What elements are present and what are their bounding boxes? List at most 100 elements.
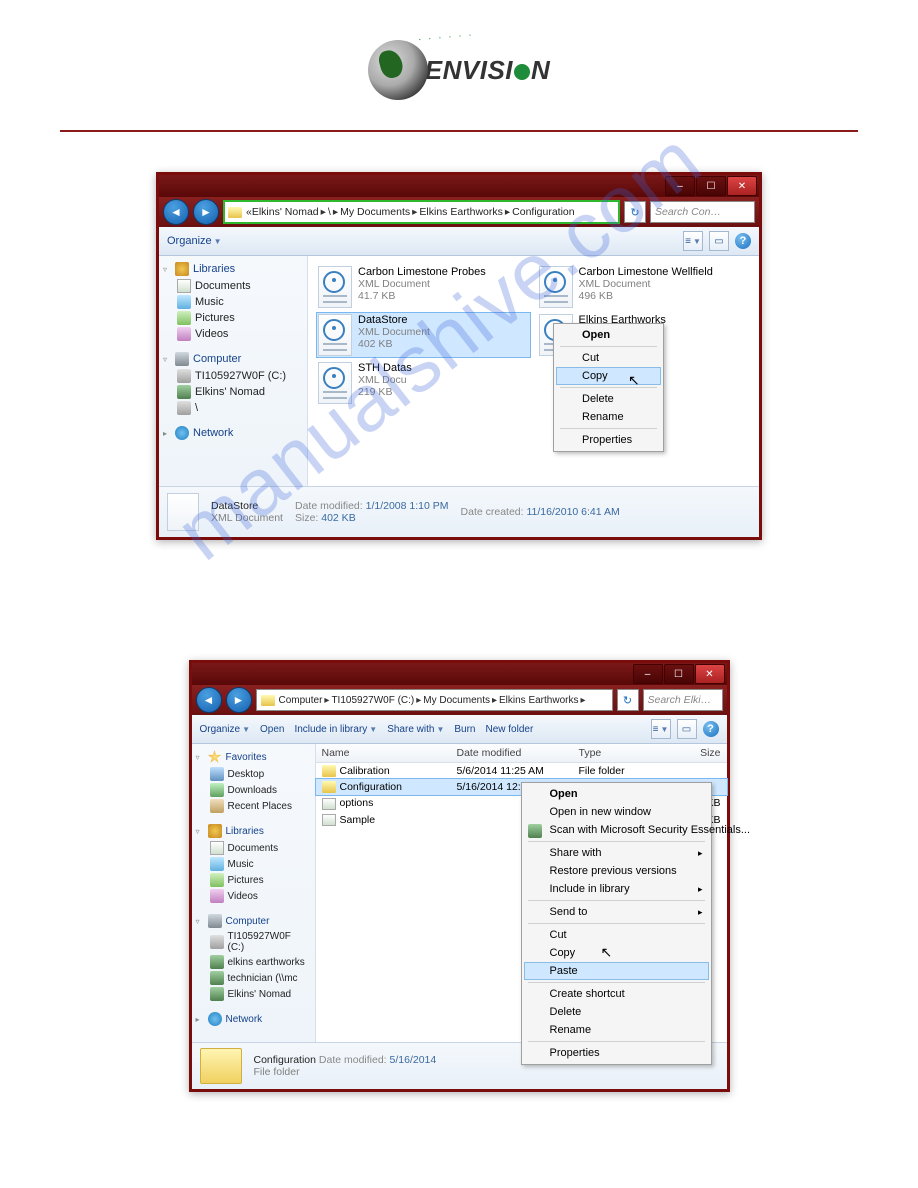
file-list[interactable]: Name Date modified Type Size Calibration… [316, 744, 727, 1042]
documents-icon [177, 279, 191, 293]
newfolder-button[interactable]: New folder [486, 724, 534, 735]
sidebar-network[interactable]: ▸Network [163, 426, 303, 440]
sidebar-item-documents[interactable]: Documents [163, 278, 303, 294]
col-size[interactable]: Size [665, 744, 727, 762]
file-tile[interactable]: STH DatasXML Docu219 KB [316, 360, 531, 406]
view-button[interactable]: ≡▼ [651, 719, 671, 739]
menu-scan[interactable]: Scan with Microsoft Security Essentials.… [524, 821, 709, 839]
file-tile-selected[interactable]: DataStoreXML Document402 KB [316, 312, 531, 358]
sidebar-item-device[interactable]: Elkins' Nomad [163, 384, 303, 400]
videos-icon [210, 889, 224, 903]
refresh-button[interactable]: ↻ [624, 201, 646, 223]
sidebar-item-drive[interactable]: TI105927W0F (C:) [196, 930, 311, 954]
menu-properties[interactable]: Properties [524, 1044, 709, 1062]
preview-pane-button[interactable]: ▭ [677, 719, 697, 739]
file-tile[interactable]: Carbon Limestone ProbesXML Document41.7 … [316, 264, 531, 310]
menu-copy[interactable]: Copy [524, 944, 709, 962]
menu-cut[interactable]: Cut [556, 349, 661, 367]
close-button[interactable]: ✕ [695, 664, 725, 684]
sidebar-item-downloads[interactable]: Downloads [196, 782, 311, 798]
sidebar-item-videos[interactable]: Videos [163, 326, 303, 342]
sidebar-computer[interactable]: ▿Computer [163, 352, 303, 366]
menu-cut[interactable]: Cut [524, 926, 709, 944]
sidebar-item-desktop[interactable]: Desktop [196, 766, 311, 782]
menu-open[interactable]: Open [556, 326, 661, 344]
network-drive-icon [210, 955, 224, 969]
sidebar-item-device[interactable]: Elkins' Nomad [196, 986, 311, 1002]
back-button[interactable]: ◄ [163, 199, 189, 225]
organize-button[interactable]: Organize▼ [167, 235, 222, 247]
pictures-icon [177, 311, 191, 325]
sidebar-item-music[interactable]: Music [196, 856, 311, 872]
sidebar-item-drive[interactable]: TI105927W0F (C:) [163, 368, 303, 384]
drive-icon [210, 935, 224, 949]
libraries-icon [208, 824, 222, 838]
menu-shortcut[interactable]: Create shortcut [524, 985, 709, 1003]
menu-sendto[interactable]: Send to▸ [524, 903, 709, 921]
search-input[interactable]: Search Con… [650, 201, 755, 223]
list-item[interactable]: Calibration 5/6/2014 11:25 AM File folde… [316, 763, 727, 779]
help-button[interactable]: ? [735, 233, 751, 249]
sidebar-item-pictures[interactable]: Pictures [196, 872, 311, 888]
menu-separator [560, 387, 657, 388]
open-button[interactable]: Open [260, 724, 284, 735]
maximize-button[interactable]: ☐ [664, 664, 694, 684]
titlebar[interactable]: – ☐ ✕ [192, 663, 727, 685]
column-headers[interactable]: Name Date modified Type Size [316, 744, 727, 763]
minimize-button[interactable]: – [665, 176, 695, 196]
sidebar-item-recent[interactable]: Recent Places [196, 798, 311, 814]
sidebar-libraries[interactable]: ▿Libraries [196, 824, 311, 838]
menu-rename[interactable]: Rename [524, 1021, 709, 1039]
back-button[interactable]: ◄ [196, 687, 222, 713]
menu-delete[interactable]: Delete [524, 1003, 709, 1021]
organize-button[interactable]: Organize▼ [200, 724, 251, 735]
sidebar-favorites[interactable]: ▿Favorites [196, 750, 311, 764]
sidebar-network[interactable]: ▸Network [196, 1012, 311, 1026]
forward-button[interactable]: ► [193, 199, 219, 225]
file-list[interactable]: Carbon Limestone ProbesXML Document41.7 … [308, 256, 759, 486]
menu-properties[interactable]: Properties [556, 431, 661, 449]
breadcrumb[interactable]: « Elkins' Nomad▸ \▸ My Documents▸ Elkins… [223, 200, 620, 224]
menu-paste[interactable]: Paste [524, 962, 709, 980]
menu-share[interactable]: Share with▸ [524, 844, 709, 862]
file-tile[interactable]: Carbon Limestone WellfieldXML Document49… [537, 264, 752, 310]
forward-button[interactable]: ► [226, 687, 252, 713]
include-button[interactable]: Include in library▼ [294, 724, 377, 735]
sidebar-item-documents[interactable]: Documents [196, 840, 311, 856]
burn-button[interactable]: Burn [454, 724, 475, 735]
sidebar-item-videos[interactable]: Videos [196, 888, 311, 904]
sidebar-item-root[interactable]: \ [163, 400, 303, 416]
menu-copy[interactable]: Copy [556, 367, 661, 385]
network-drive-icon [210, 971, 224, 985]
titlebar[interactable]: – ☐ ✕ [159, 175, 759, 197]
col-date[interactable]: Date modified [451, 744, 573, 762]
col-name[interactable]: Name [316, 744, 451, 762]
view-button[interactable]: ≡▼ [683, 231, 703, 251]
menu-separator [528, 900, 705, 901]
help-button[interactable]: ? [703, 721, 719, 737]
navigation-pane: ▿Favorites Desktop Downloads Recent Plac… [192, 744, 316, 1042]
preview-pane-button[interactable]: ▭ [709, 231, 729, 251]
sidebar-libraries[interactable]: ▿Libraries [163, 262, 303, 276]
close-button[interactable]: ✕ [727, 176, 757, 196]
minimize-button[interactable]: – [633, 664, 663, 684]
menu-open-new[interactable]: Open in new window [524, 803, 709, 821]
refresh-button[interactable]: ↻ [617, 689, 639, 711]
breadcrumb[interactable]: Computer▸ TI105927W0F (C:)▸ My Documents… [256, 689, 613, 711]
sidebar-item-pictures[interactable]: Pictures [163, 310, 303, 326]
menu-open[interactable]: Open [524, 785, 709, 803]
sidebar-computer[interactable]: ▿Computer [196, 914, 311, 928]
maximize-button[interactable]: ☐ [696, 176, 726, 196]
menu-restore[interactable]: Restore previous versions [524, 862, 709, 880]
device-icon [177, 385, 191, 399]
search-input[interactable]: Search Elki… [643, 689, 723, 711]
menu-include[interactable]: Include in library▸ [524, 880, 709, 898]
menu-rename[interactable]: Rename [556, 408, 661, 426]
share-button[interactable]: Share with▼ [387, 724, 444, 735]
menu-delete[interactable]: Delete [556, 390, 661, 408]
sidebar-item-music[interactable]: Music [163, 294, 303, 310]
sidebar-item-netshare[interactable]: technician (\\mc [196, 970, 311, 986]
sidebar-item-netshare[interactable]: elkins earthworks [196, 954, 311, 970]
col-type[interactable]: Type [573, 744, 665, 762]
explorer-window-1: – ☐ ✕ ◄ ► « Elkins' Nomad▸ \▸ My Documen… [156, 172, 762, 540]
